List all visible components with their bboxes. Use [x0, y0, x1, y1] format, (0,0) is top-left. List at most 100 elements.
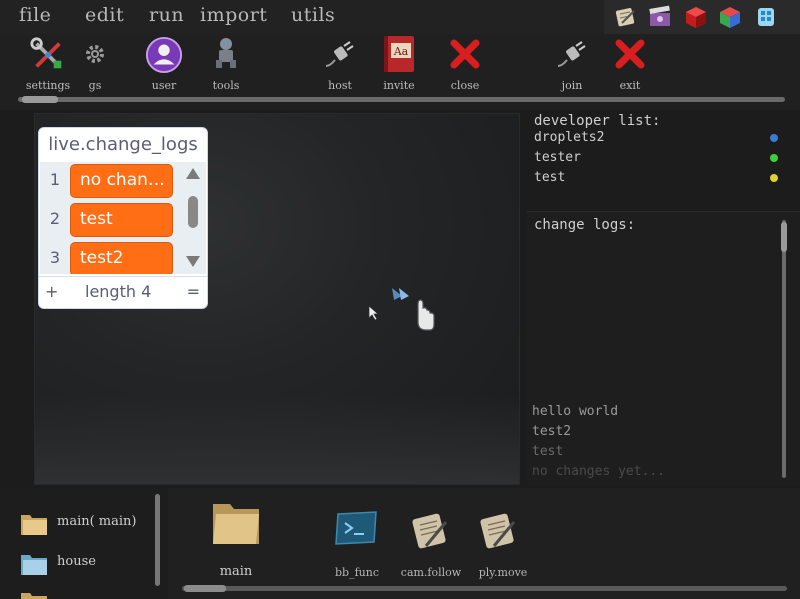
stage-floor [35, 394, 519, 484]
red-x-icon [615, 39, 645, 69]
file-label: cam.follow [400, 566, 462, 579]
list-item[interactable]: 2 test [40, 201, 180, 237]
tools-label: tools [212, 79, 240, 92]
toolbar: settings gs user tools host Aa invite cl… [0, 34, 800, 110]
menu-utils[interactable]: utils [291, 4, 335, 26]
robot-icon [216, 38, 236, 68]
developer-list-panel: developer list: droplets2 tester test [527, 113, 800, 209]
color-cube-icon[interactable] [718, 5, 742, 29]
terminal-icon [335, 511, 377, 545]
file-grid: main bb_func cam.follow ply.move [170, 488, 800, 599]
folder-icon [21, 593, 47, 599]
gs-label: gs [88, 79, 102, 92]
asset-browser: main( main) house main bb_func cam.follo… [0, 488, 800, 599]
app-icon-tray [604, 0, 800, 34]
close-button[interactable]: close [442, 34, 488, 96]
file-label: main [219, 564, 253, 579]
book-glyph: Aa [393, 45, 409, 58]
folder-item-house[interactable]: house [20, 550, 150, 578]
developer-status-dot [770, 174, 778, 182]
user-button[interactable]: user [144, 34, 184, 96]
list-item-value[interactable]: test2 [70, 242, 173, 274]
file-item-cam-follow[interactable]: cam.follow [394, 496, 468, 584]
menu-import[interactable]: import [200, 4, 267, 26]
menu-bar: file edit run import utils [0, 0, 800, 34]
change-logs-scroll-thumb[interactable] [781, 222, 787, 252]
change-log-entry: hello world [532, 404, 619, 419]
exit-button[interactable]: exit [610, 34, 650, 96]
folder-label: house [57, 554, 96, 569]
settings-tools-icon [30, 37, 62, 69]
list-monitor-items[interactable]: 1 no changes yet... 2 test 3 test2 [40, 162, 206, 274]
list-item-index: 1 [49, 170, 61, 189]
list-monitor-footer: + length 4 = [39, 276, 207, 308]
change-logs-scrollbar[interactable] [782, 220, 786, 478]
folder-tree-scrollbar[interactable] [155, 494, 160, 586]
folder-icon [213, 504, 259, 544]
pointer-sprite-icon[interactable] [390, 286, 438, 336]
red-cube-icon[interactable] [684, 5, 708, 29]
folder-label: main( main) [57, 514, 137, 529]
folder-icon [21, 555, 47, 575]
file-grid-scroll-thumb[interactable] [184, 585, 226, 592]
exit-label: exit [619, 79, 641, 92]
file-item-bb-func[interactable]: bb_func [322, 496, 392, 584]
gs-button[interactable]: gs [82, 34, 108, 96]
invite-button[interactable]: Aa invite [378, 34, 420, 96]
mouse-cursor-icon [368, 305, 380, 321]
user-label: user [151, 79, 177, 92]
list-monitor-scrollbar[interactable] [186, 168, 200, 268]
menu-file[interactable]: file [19, 4, 51, 26]
change-logs-title: change logs: [534, 217, 636, 233]
folder-icon [21, 515, 47, 535]
join-label: join [561, 79, 583, 92]
scroll-icon[interactable] [614, 5, 638, 29]
host-label: host [328, 79, 352, 92]
developer-item: droplets2 [534, 130, 605, 145]
menu-edit[interactable]: edit [85, 4, 124, 26]
join-button[interactable]: join [552, 34, 592, 96]
blue-cubes-icon[interactable] [754, 5, 778, 29]
plug-icon [557, 41, 586, 67]
list-item-value[interactable]: no changes yet... [70, 164, 173, 198]
clapperboard-icon[interactable] [648, 5, 672, 29]
close-label: close [450, 79, 480, 92]
list-monitor[interactable]: live.change_logs 1 no changes yet... 2 t… [38, 127, 208, 309]
book-icon: Aa [384, 36, 414, 72]
developer-item: tester [534, 150, 581, 165]
settings-label: settings [25, 79, 71, 92]
change-log-entry: test2 [532, 424, 572, 439]
file-item-ply-move[interactable]: ply.move [470, 496, 536, 584]
red-x-icon [450, 39, 480, 69]
gear-icon [86, 45, 104, 63]
list-item[interactable]: 1 no changes yet... [40, 162, 180, 198]
folder-item-main[interactable]: main( main) [20, 510, 150, 538]
menu-run[interactable]: run [149, 4, 184, 26]
developer-status-dot [770, 154, 778, 162]
list-item-index: 2 [49, 209, 61, 228]
file-label: bb_func [335, 566, 379, 579]
resize-handle[interactable]: = [187, 282, 200, 301]
settings-button[interactable]: settings [22, 34, 74, 96]
tools-button[interactable]: tools [204, 34, 248, 96]
plug-icon [325, 41, 354, 67]
scroll-icon [480, 513, 516, 549]
folder-tree: main( main) house [0, 488, 168, 599]
developer-status-dot [770, 134, 778, 142]
change-log-entry: no changes yet... [532, 464, 666, 479]
list-item[interactable]: 3 test2 [40, 240, 180, 274]
file-grid-scrollbar[interactable] [182, 586, 787, 591]
list-monitor-scroll-thumb[interactable] [188, 196, 198, 228]
toolbar-scrollbar[interactable] [18, 97, 785, 102]
host-button[interactable]: host [320, 34, 360, 96]
scroll-down-icon[interactable] [186, 256, 200, 267]
list-monitor-title: live.change_logs [48, 134, 198, 155]
change-logs-panel[interactable]: change logs: hello world test2 test no c… [527, 211, 800, 485]
list-item-value[interactable]: test [70, 203, 173, 237]
toolbar-scrollbar-thumb[interactable] [22, 96, 58, 103]
scroll-up-icon[interactable] [186, 168, 200, 179]
file-item-main[interactable]: main [206, 496, 266, 584]
folder-item-partial[interactable] [20, 588, 50, 599]
add-item-button[interactable]: + [45, 282, 58, 301]
list-item-index: 3 [49, 248, 61, 267]
